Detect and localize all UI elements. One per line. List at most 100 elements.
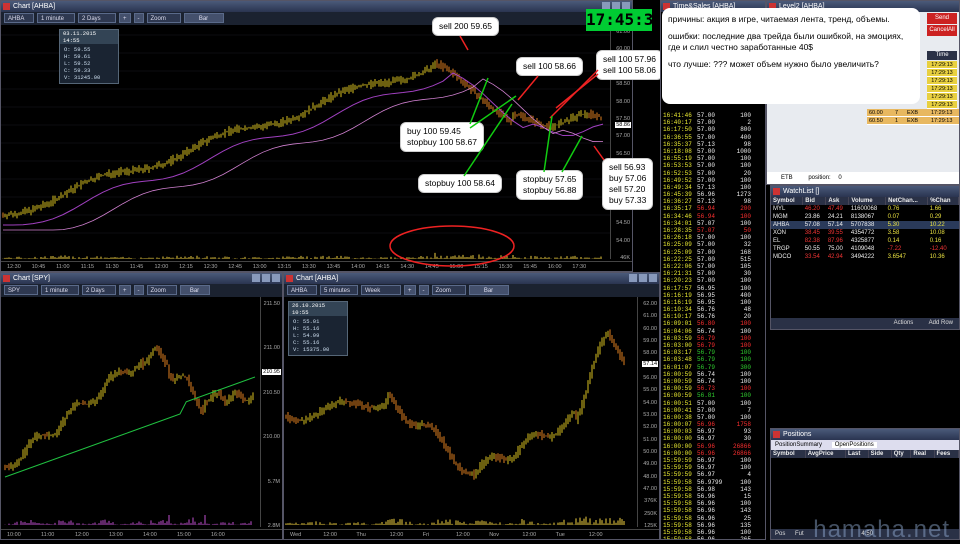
trade-size: 26866: [732, 442, 751, 450]
trade-time: 15:59:59: [663, 457, 692, 464]
callout-line: sell 100 58.06: [603, 65, 656, 75]
close-icon[interactable]: [649, 274, 657, 282]
trade-time: 16:00:59: [663, 377, 692, 385]
column-header[interactable]: Qty: [891, 450, 912, 458]
symbol-field[interactable]: AHBA: [287, 285, 317, 295]
cancel-all-button[interactable]: CancelAll: [927, 25, 957, 36]
trade-row: 16:00:03 56.97 93: [663, 428, 763, 435]
y-tick-label: 61.00: [643, 313, 657, 320]
trade-size: 100: [740, 392, 751, 400]
zoom-select[interactable]: Zoom: [146, 285, 177, 295]
main-chart-titlebar[interactable]: Chart [AHBA]: [1, 1, 632, 12]
zoom-in-button[interactable]: +: [404, 285, 416, 295]
spy-chart-titlebar[interactable]: Chart [SPY]: [1, 273, 282, 284]
column-header[interactable]: Volume: [848, 197, 887, 205]
level2-time: 17:29:13: [927, 61, 957, 69]
week-chart-titlebar[interactable]: Chart [AHBA]: [284, 273, 659, 284]
zoom-select[interactable]: Zoom: [146, 13, 181, 23]
watchlist-row[interactable]: MYL 46.20 47.49 11600068 0.76 1.66: [771, 205, 959, 213]
symbol-field[interactable]: SPY: [4, 285, 38, 295]
watchlist-icon: [773, 188, 780, 195]
watchlist-table[interactable]: Symbol Bid Ask Volume NetChan... %Chan MYL 46.…: [771, 197, 959, 261]
tab-open-positions[interactable]: OpenPositions: [831, 442, 877, 448]
watchlist-cell: 50.55: [804, 246, 820, 252]
minimize-icon[interactable]: [629, 274, 637, 282]
trade-size: 400: [740, 291, 751, 299]
column-header[interactable]: AvgPrice: [805, 450, 846, 458]
trade-time: 16:53:53: [663, 162, 692, 170]
column-header[interactable]: Bid: [802, 197, 827, 205]
column-header[interactable]: Symbol: [771, 197, 804, 205]
zoom-out-button[interactable]: -: [418, 285, 429, 295]
column-header[interactable]: Real: [910, 450, 935, 458]
interval-select[interactable]: 5 minutes: [320, 285, 358, 295]
positions-icon: [773, 431, 780, 438]
watchlist-cell: 5.30: [887, 222, 900, 228]
close-icon[interactable]: [272, 274, 280, 282]
bar-type-button[interactable]: Bar: [179, 285, 210, 295]
range-select[interactable]: 2 Days: [82, 285, 116, 295]
bar-type-button[interactable]: Bar: [183, 13, 224, 23]
pos-label[interactable]: Pos: [775, 531, 785, 537]
week-chart-plot[interactable]: 62.0061.0060.0059.0058.0057.0056.0055.00…: [284, 297, 659, 539]
trade-time: 15:59:58: [663, 536, 692, 540]
interval-select[interactable]: 1 minute: [37, 13, 75, 23]
level2-order-row[interactable]: 60.00 7 EXB 17:29:13: [867, 109, 959, 117]
zoom-out-button[interactable]: -: [133, 285, 144, 295]
symbol-field[interactable]: AHBA: [4, 13, 34, 23]
zoom-in-button[interactable]: +: [119, 285, 131, 295]
column-header[interactable]: Fees: [934, 450, 959, 458]
maximize-icon[interactable]: [639, 274, 647, 282]
watchlist-row[interactable]: TRGP 50.55 75.00 4109048 -7.22 -12.40: [771, 245, 959, 253]
trade-size: 100: [740, 370, 751, 378]
trade-price: 56.74: [697, 370, 716, 378]
add-row-button[interactable]: Add Row: [929, 320, 953, 326]
trade-price: 57.00: [697, 241, 716, 249]
column-header[interactable]: %Chan: [927, 197, 959, 205]
trade-time: 16:03:00: [663, 342, 692, 349]
zoom-in-button[interactable]: +: [119, 13, 131, 23]
fut-label[interactable]: Fut: [795, 531, 804, 537]
x-tick-label: 12:00: [389, 532, 404, 538]
column-header[interactable]: Symbol: [771, 450, 806, 458]
zoom-select[interactable]: Zoom: [431, 285, 466, 295]
column-header[interactable]: NetChan...: [885, 197, 929, 205]
range-select[interactable]: 2 Days: [78, 13, 116, 23]
ohlc-high: H: 55.16: [293, 325, 320, 332]
bar-type-button[interactable]: Bar: [468, 285, 509, 295]
maximize-icon[interactable]: [262, 274, 270, 282]
watchlist-titlebar[interactable]: WatchList []: [771, 186, 959, 197]
range-select[interactable]: Week: [361, 285, 401, 295]
spy-chart-plot[interactable]: 211.50 211.00 210.50 210.00 5.7M 2.8M 210.95 1…: [1, 297, 282, 539]
trade-size: 300: [740, 363, 751, 371]
column-header[interactable]: Side: [868, 450, 892, 458]
send-button[interactable]: Send: [927, 13, 957, 24]
positions-table[interactable]: Symbol AvgPrice Last Side Qty Real Fees: [771, 450, 959, 458]
trade-size: 100: [740, 234, 751, 242]
minimize-icon[interactable]: [252, 274, 260, 282]
ohlc-volume: V: 31245.00: [64, 74, 101, 81]
trade-size: 7: [747, 406, 751, 414]
callout-line: buy 100 59.45: [407, 126, 461, 136]
trade-time: 16:00:00: [663, 449, 692, 457]
watchlist-cell: EL: [773, 238, 781, 244]
actions-button[interactable]: Actions: [894, 320, 914, 326]
watchlist-row[interactable]: MGM 23.86 24.21 8138067 0.07 0.29: [771, 213, 959, 221]
time-sales-list[interactable]: 16:41:46 57.00 100 16:40:17 57.00 2 16:17:50 57…: [661, 109, 765, 540]
watchlist-row[interactable]: AHBA 57.08 57.14 5707838 5.30 10.22: [771, 221, 959, 229]
positions-titlebar[interactable]: Positions: [771, 429, 959, 440]
trade-time: 16:22:25: [663, 255, 692, 263]
column-header[interactable]: Ask: [825, 197, 850, 205]
interval-select[interactable]: 1 minute: [41, 285, 79, 295]
level2-order-row[interactable]: 60.50 1 EXB 17:29:13: [867, 117, 959, 125]
trade-size: 50: [743, 227, 751, 234]
trade-size: 100: [740, 212, 751, 220]
watchlist-row[interactable]: MDCO 33.54 42.94 3494222 3.6547 10.36: [771, 253, 959, 261]
tab-position-summary[interactable]: PositionSummary: [775, 442, 822, 448]
watchlist-row[interactable]: EL 82.38 87.96 4325877 0.14 0.16: [771, 237, 959, 245]
column-header[interactable]: Last: [845, 450, 869, 458]
y-tick-label: 54.00: [616, 237, 630, 244]
zoom-out-button[interactable]: -: [133, 13, 144, 23]
trade-time: 16:00:38: [663, 413, 692, 421]
watchlist-row[interactable]: XON 38.45 39.55 4354772 3.58 10.08: [771, 229, 959, 237]
